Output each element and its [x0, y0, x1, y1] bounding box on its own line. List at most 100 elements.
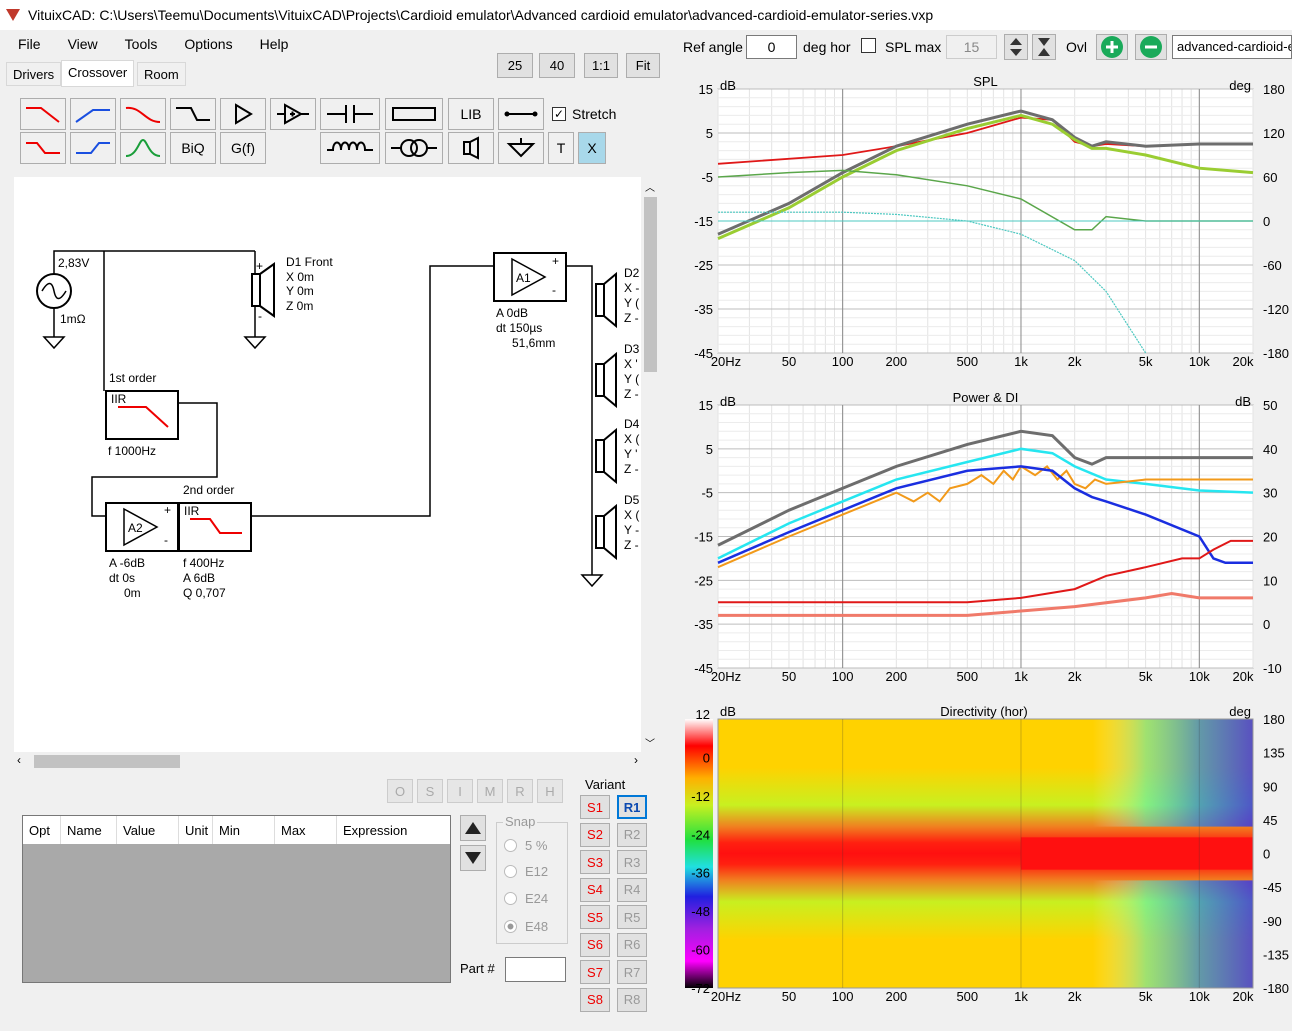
col-expression[interactable]: Expression — [337, 816, 437, 844]
stretch-checkbox[interactable]: ✓ Stretch — [552, 106, 616, 122]
scroll-down-icon[interactable]: ﹀ — [645, 735, 655, 750]
scroll-up-icon[interactable]: ︿ — [645, 179, 655, 194]
variant-s7-button[interactable]: S7 — [580, 960, 610, 984]
spl-right-tick: -60 — [1263, 258, 1282, 273]
col-opt[interactable]: Opt — [23, 816, 61, 844]
variant-r2-button[interactable]: R2 — [617, 822, 647, 847]
dir-title: Directivity (hor) — [940, 704, 1027, 719]
amplifier-button[interactable] — [270, 98, 316, 130]
dir-x-tick: 500 — [956, 989, 978, 1004]
snap-5-radio[interactable]: 5 % — [504, 838, 547, 853]
lowpass-1st-button[interactable] — [20, 98, 66, 130]
horizontal-scrollbar[interactable]: ‹ › — [14, 752, 641, 771]
menu-options[interactable]: Options — [175, 36, 241, 52]
variant-s2-button[interactable]: S2 — [580, 822, 610, 847]
d5-y: Y - — [624, 523, 639, 537]
zoom-1-1-button[interactable]: 1:1 — [584, 53, 618, 78]
power-left-unit: dB — [720, 394, 736, 409]
spl-max-input[interactable]: 15 — [946, 35, 997, 59]
dir-scale-tick: -12 — [691, 789, 710, 804]
buffer-button[interactable] — [220, 98, 266, 130]
variant-s6-button[interactable]: S6 — [580, 932, 610, 957]
spl-max-checkbox[interactable] — [861, 38, 876, 53]
inductor-button[interactable] — [320, 132, 380, 164]
part-number-input[interactable] — [505, 957, 566, 982]
highpass-1st-button[interactable] — [70, 98, 116, 130]
power-x-tick: 20Hz — [711, 669, 741, 684]
tab-drivers[interactable]: Drivers — [6, 62, 62, 86]
variant-r1-button[interactable]: R1 — [617, 795, 647, 819]
zoom-25-button[interactable]: 25 — [497, 53, 533, 78]
overlay-add-button[interactable] — [1096, 34, 1128, 60]
variant-r5-button[interactable]: R5 — [617, 905, 647, 929]
col-max[interactable]: Max — [275, 816, 337, 844]
parameter-table[interactable]: Opt Name Value Unit Min Max Expression — [22, 815, 451, 983]
variant-r6-button[interactable]: R6 — [617, 932, 647, 957]
overlay-remove-button[interactable] — [1135, 34, 1167, 60]
highpass-step-button[interactable] — [70, 132, 116, 164]
col-min[interactable]: Min — [213, 816, 275, 844]
a2-distance: 0m — [124, 586, 141, 600]
shelf-button[interactable] — [170, 98, 216, 130]
variant-s4-button[interactable]: S4 — [580, 877, 610, 902]
snap-e12-radio[interactable]: E12 — [504, 864, 548, 879]
spin-fit-button[interactable] — [1032, 34, 1056, 60]
variant-r7-button[interactable]: R7 — [617, 960, 647, 984]
menu-file[interactable]: File — [9, 36, 50, 52]
variant-s5-button[interactable]: S5 — [580, 905, 610, 929]
variant-s3-button[interactable]: S3 — [580, 850, 610, 874]
menu-tools[interactable]: Tools — [116, 36, 167, 52]
opt-o-button[interactable]: O — [387, 779, 413, 803]
snap-e24-radio[interactable]: E24 — [504, 891, 548, 906]
zoom-40-button[interactable]: 40 — [539, 53, 575, 78]
tab-room[interactable]: Room — [137, 62, 186, 86]
opt-s-button[interactable]: S — [417, 779, 443, 803]
biquad-button[interactable]: BiQ — [170, 132, 216, 164]
overlay-file-select[interactable]: advanced-cardioid-e — [1172, 35, 1292, 59]
transformer-button[interactable] — [385, 132, 443, 164]
capacitor-button[interactable] — [320, 98, 380, 130]
move-up-button[interactable] — [460, 815, 486, 841]
opt-r-button[interactable]: R — [507, 779, 533, 803]
opt-i-button[interactable]: I — [447, 779, 473, 803]
move-down-button[interactable] — [460, 845, 486, 871]
variant-s1-button[interactable]: S1 — [580, 795, 610, 819]
schematic-canvas[interactable]: 2,83V 1mΩ + - D1 Front X 0m Y 0m Z 0m 1st… — [14, 177, 641, 752]
opt-h-button[interactable]: H — [537, 779, 563, 803]
transfer-function-button[interactable]: G(f) — [220, 132, 266, 164]
variant-r8-button[interactable]: R8 — [617, 987, 647, 1012]
opt-m-button[interactable]: M — [477, 779, 503, 803]
driver-button[interactable] — [448, 132, 494, 164]
library-button[interactable]: LIB — [448, 98, 494, 130]
dir-scale-tick: -48 — [691, 904, 710, 919]
ref-angle-input[interactable]: 0 — [746, 35, 797, 59]
vertical-scrollbar[interactable]: ︿ ﹀ — [641, 177, 660, 752]
spin-updown-button[interactable] — [1004, 34, 1028, 60]
lowpass-step-button[interactable] — [20, 132, 66, 164]
snap-e48-radio[interactable]: E48 — [504, 919, 548, 934]
text-button[interactable]: T — [548, 132, 574, 164]
iir2-gain: A 6dB — [183, 571, 215, 585]
variant-s8-button[interactable]: S8 — [580, 987, 610, 1012]
collapse-arrows-icon — [1038, 38, 1050, 56]
col-unit[interactable]: Unit — [179, 816, 213, 844]
scroll-left-icon[interactable]: ‹ — [17, 753, 21, 767]
bandpass-button[interactable] — [120, 132, 166, 164]
wire-button[interactable] — [498, 98, 544, 130]
col-name[interactable]: Name — [61, 816, 117, 844]
ground-button[interactable] — [498, 132, 544, 164]
dir-x-tick: 20Hz — [711, 989, 741, 1004]
x-button[interactable]: X — [578, 132, 606, 164]
variant-r4-button[interactable]: R4 — [617, 877, 647, 902]
d3-x: X ' — [624, 357, 638, 371]
resistor-button[interactable] — [385, 98, 443, 130]
variant-r3-button[interactable]: R3 — [617, 850, 647, 874]
lowpass-2nd-button[interactable] — [120, 98, 166, 130]
zoom-fit-button[interactable]: Fit — [626, 53, 660, 78]
tab-crossover[interactable]: Crossover — [61, 60, 135, 87]
scroll-right-icon[interactable]: › — [634, 753, 638, 767]
col-value[interactable]: Value — [117, 816, 179, 844]
menu-view[interactable]: View — [59, 36, 107, 52]
d5-z: Z - — [624, 538, 639, 552]
menu-help[interactable]: Help — [251, 36, 298, 52]
